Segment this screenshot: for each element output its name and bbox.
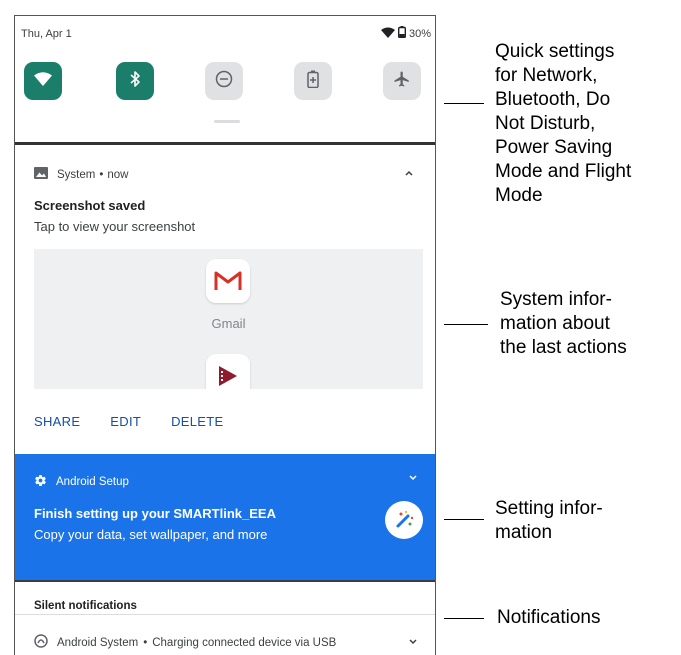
setup-text: Copy your data, set wallpaper, and more [34, 527, 268, 542]
callout-line: Notifications [497, 607, 601, 628]
charging-notification[interactable]: Android System • Charging connected devi… [34, 634, 336, 651]
status-icons: 30% [380, 26, 431, 41]
callout-line: Mode and Flight [495, 161, 632, 182]
battery-saver-icon [307, 70, 319, 93]
wifi-icon [34, 71, 52, 91]
delete-button[interactable]: DELETE [171, 414, 223, 429]
shade-drag-handle[interactable] [214, 120, 240, 123]
gmail-app-icon [206, 259, 250, 303]
status-date: Thu, Apr 1 [21, 28, 72, 40]
notification-time: now [107, 168, 129, 181]
screenshot-preview[interactable]: Gmail [34, 249, 423, 389]
callout-line: Setting infor- [495, 498, 603, 519]
setup-app-name: Android Setup [56, 476, 129, 488]
wifi-signal-icon [380, 27, 395, 41]
chevron-down-icon[interactable] [409, 636, 417, 648]
preview-app-label: Gmail [211, 316, 246, 331]
callout-leader [444, 519, 484, 520]
system-notification[interactable]: System • now Screenshot saved Tap to vie… [15, 145, 435, 454]
silent-notifications-header: Silent notifications [34, 600, 137, 612]
callout-line: Quick settings [495, 41, 615, 62]
notification-app-name: System [57, 168, 96, 181]
callout-setting-info: Setting infor- mation [495, 497, 603, 545]
notification-title: Screenshot saved [34, 198, 146, 213]
callout-line: Power Saving [495, 137, 613, 158]
battery-saver-tile[interactable] [294, 62, 332, 100]
callout-leader [444, 324, 488, 325]
gear-icon [34, 474, 47, 490]
callout-line: mation about [500, 313, 610, 334]
image-icon [34, 167, 48, 182]
callout-leader [444, 103, 484, 104]
android-system-icon [34, 634, 48, 651]
quick-settings-tiles [15, 62, 435, 104]
play-movies-icon [206, 354, 250, 389]
callout-line: System infor- [500, 289, 612, 310]
callout-system-info: System infor- mation about the last acti… [500, 288, 627, 360]
divider [15, 580, 435, 582]
setup-notification[interactable]: Android Setup Finish setting up your SMA… [15, 454, 435, 580]
magic-wand-icon [385, 501, 423, 539]
callout-line: the last actions [500, 337, 627, 358]
callout-line: Not Disturb, [495, 113, 596, 134]
do-not-disturb-icon [215, 70, 233, 93]
row-text: Charging connected device via USB [152, 636, 337, 649]
battery-level: 30% [408, 27, 431, 40]
battery-icon [397, 26, 406, 41]
setup-header: Android Setup [34, 474, 129, 490]
share-button[interactable]: SHARE [34, 414, 80, 429]
setup-title: Finish setting up your SMARTlink_EEA [34, 506, 276, 521]
status-bar: Thu, Apr 1 30% [15, 16, 435, 50]
chevron-up-icon[interactable] [405, 165, 413, 179]
row-separator: • [143, 636, 148, 649]
edit-button[interactable]: EDIT [110, 414, 141, 429]
notification-shade: Thu, Apr 1 30% System • now Screenshot s… [14, 15, 436, 655]
bluetooth-tile[interactable] [116, 62, 154, 100]
callout-notifications: Notifications [497, 606, 601, 630]
callout-quick-settings: Quick settings for Network, Bluetooth, D… [495, 40, 631, 208]
callout-line: mation [495, 522, 553, 543]
header-separator: • [99, 168, 104, 181]
notification-header: System • now [21, 167, 128, 182]
notification-actions: SHARE EDIT DELETE [34, 414, 223, 429]
bluetooth-icon [129, 70, 141, 93]
notification-text: Tap to view your screenshot [34, 219, 196, 234]
callout-line: for Network, [495, 65, 598, 86]
wifi-tile[interactable] [24, 62, 62, 100]
row-app-name: Android System [57, 636, 139, 649]
airplane-mode-tile[interactable] [383, 62, 421, 100]
do-not-disturb-tile[interactable] [205, 62, 243, 100]
chevron-down-icon[interactable] [409, 472, 417, 484]
divider [15, 614, 435, 615]
callout-line: Mode [495, 185, 543, 206]
callout-line: Bluetooth, Do [495, 89, 611, 110]
airplane-icon [393, 70, 411, 93]
callout-leader [444, 618, 484, 619]
